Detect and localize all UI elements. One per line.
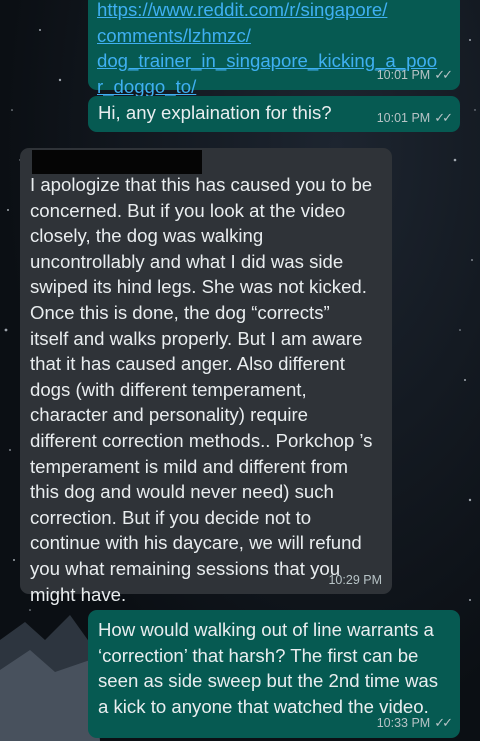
message-bubble-link[interactable]: https://www.reddit.com/r/singapore/ comm… bbox=[88, 0, 460, 97]
message-line: I apologize that this has caused you to … bbox=[30, 174, 373, 195]
message-meta: 10:01 PM ✓✓ bbox=[376, 110, 453, 126]
message-time: 10:33 PM bbox=[376, 716, 431, 730]
message-line: closely, the dog was walking bbox=[30, 225, 264, 247]
message-line: Once this is done, the dog “corrects” bbox=[30, 301, 330, 323]
message-bubble-question[interactable]: Hi, any explaination for this? 10:01 PM ✓… bbox=[88, 96, 460, 132]
double-check-icon: ✓✓ bbox=[434, 67, 453, 82]
message-line: you what remaining sessions that you bbox=[30, 557, 341, 579]
message-text: Hi, any explaination for this? bbox=[98, 102, 332, 123]
message-line: concerned. But if you look at the video bbox=[30, 199, 346, 221]
message-line: seen as side sweep but the 2nd time was bbox=[98, 670, 439, 692]
message-line: character and personality) require bbox=[30, 404, 309, 426]
message-line: continue with his daycare, we will refun… bbox=[30, 532, 362, 554]
redacted-sender-name bbox=[32, 150, 202, 174]
message-line: this dog and would never need) such bbox=[30, 481, 334, 503]
double-check-icon: ✓✓ bbox=[434, 715, 453, 730]
message-line: that it has caused anger. Also different bbox=[30, 353, 345, 375]
message-bubble-reply[interactable]: I apologize that this has caused you to … bbox=[20, 148, 392, 605]
message-time: 10:01 PM bbox=[376, 111, 431, 125]
message-meta: 10:33 PM ✓✓ bbox=[376, 715, 453, 731]
message-line: itself and walks properly. But I am awar… bbox=[30, 327, 363, 349]
message-line: temperament is mild and different from bbox=[30, 455, 348, 477]
message-line: dogs (with different temperament, bbox=[30, 378, 307, 400]
message-line: How would walking out of line warrants a bbox=[98, 619, 434, 640]
message-meta: 10:29 PM bbox=[328, 573, 382, 587]
chat-thread: https://www.reddit.com/r/singapore/ comm… bbox=[0, 0, 480, 741]
message-meta: 10:01 PM ✓✓ bbox=[376, 67, 453, 83]
message-link-line[interactable]: comments/lzhmzc/ bbox=[97, 23, 437, 49]
message-time: 10:29 PM bbox=[328, 573, 382, 587]
message-line: uncontrollably and what I did was side bbox=[30, 250, 344, 272]
message-link-line[interactable]: https://www.reddit.com/r/singapore/ bbox=[97, 0, 437, 23]
message-line: correction. But if you decide not to bbox=[30, 506, 312, 528]
message-bubble-followup[interactable]: How would walking out of line warrants a… bbox=[88, 610, 460, 738]
message-line: different correction methods.. Porkchop … bbox=[30, 429, 373, 451]
message-time: 10:01 PM bbox=[376, 68, 431, 82]
message-line: might have. bbox=[30, 583, 127, 605]
double-check-icon: ✓✓ bbox=[434, 110, 453, 125]
message-line: ‘correction’ that harsh? The first can b… bbox=[98, 644, 419, 666]
message-line: swiped its hind legs. She was not kicked… bbox=[30, 276, 367, 298]
